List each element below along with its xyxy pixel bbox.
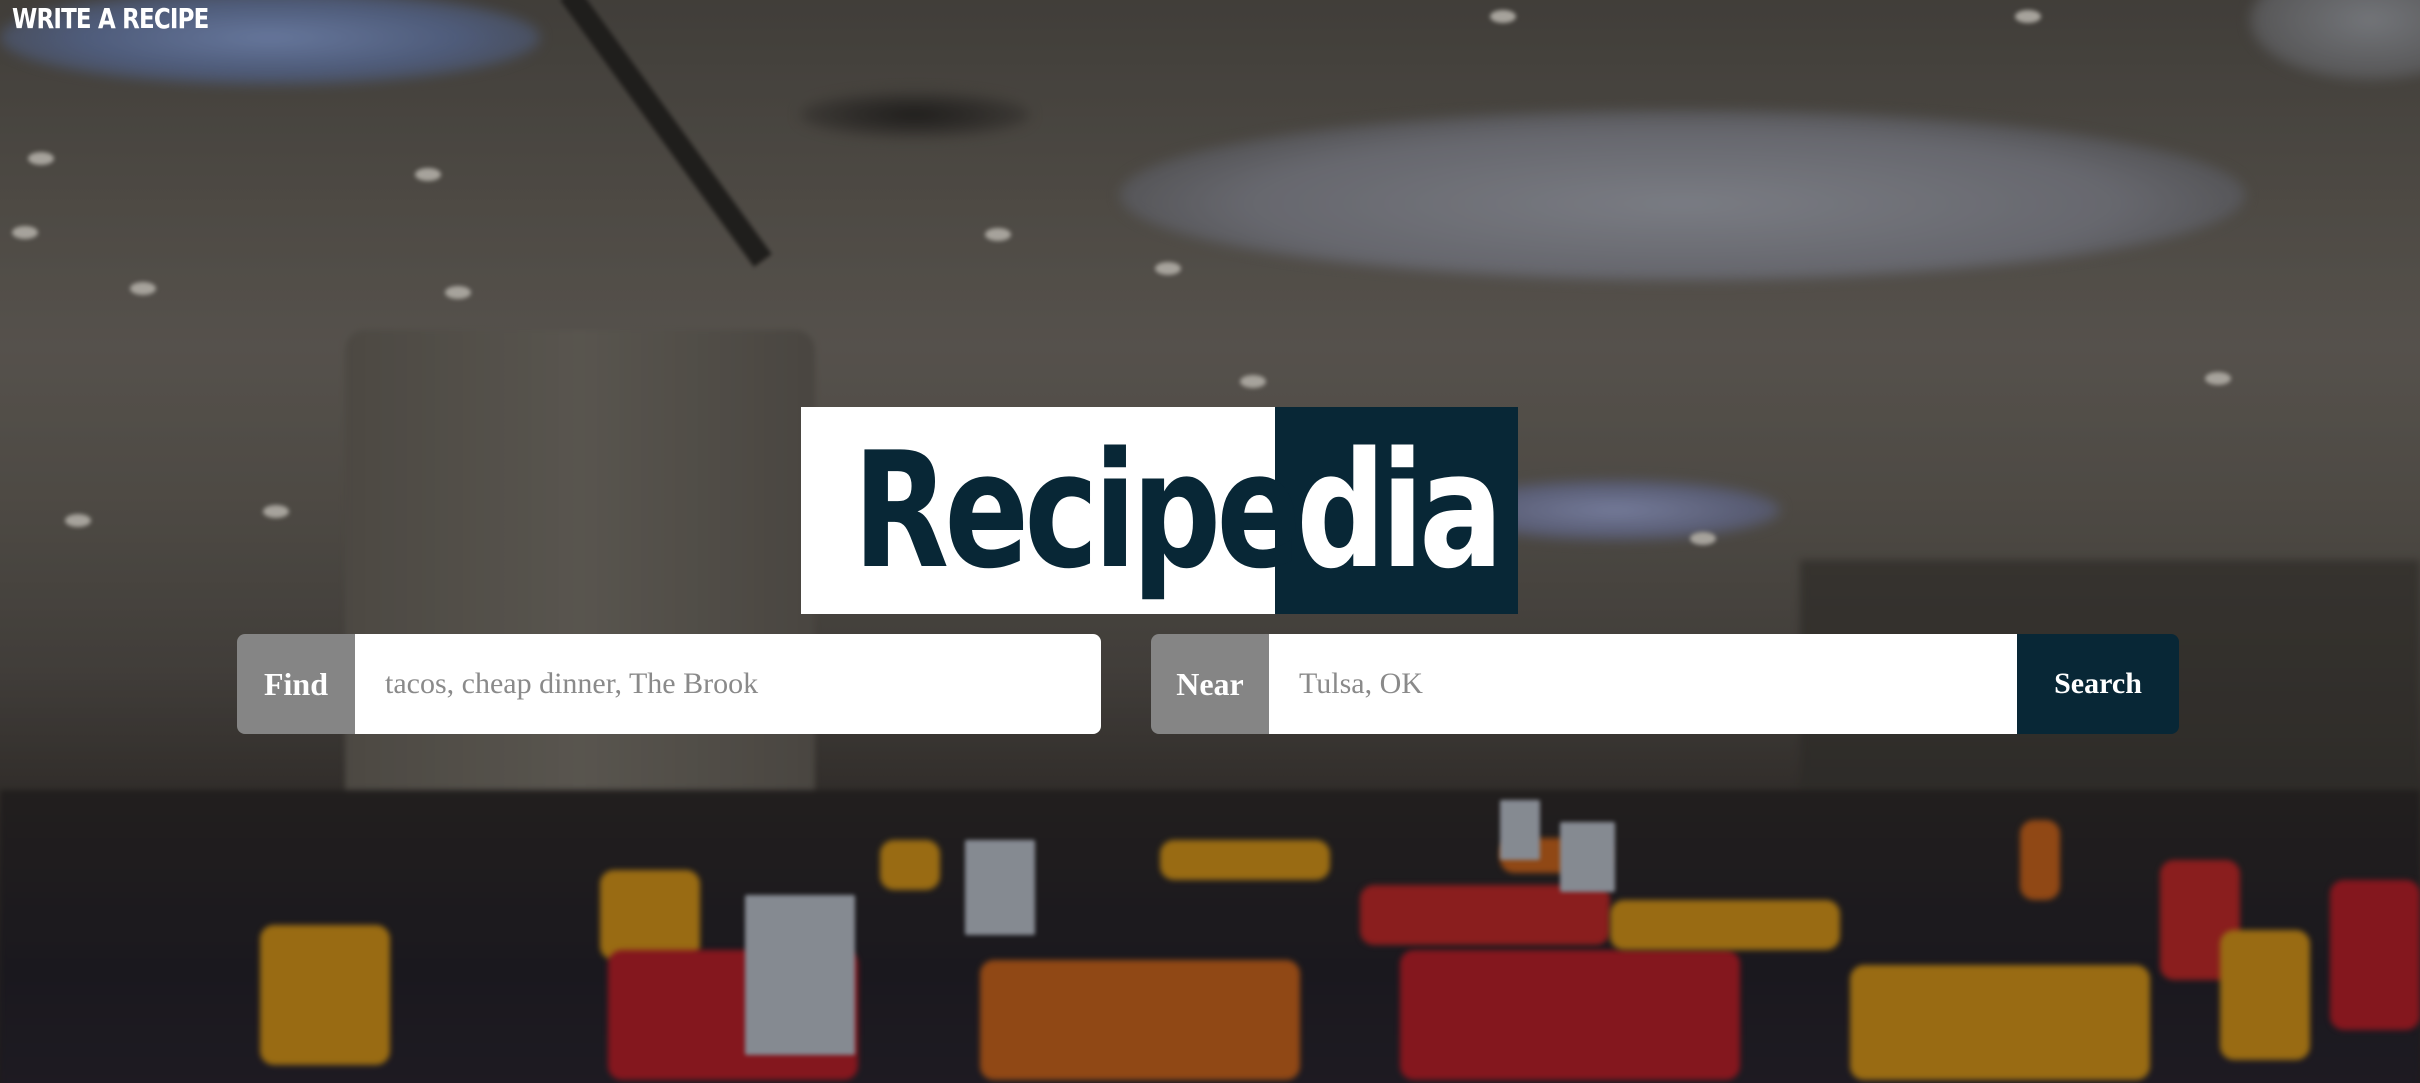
logo-text-light: dia (1296, 417, 1503, 604)
recipedia-logo: Recipedia (801, 407, 1518, 614)
write-recipe-link[interactable]: WRITE A RECIPE (12, 2, 209, 35)
logo-wordmark: Recipedia (853, 431, 1503, 591)
search-button[interactable]: Search (2017, 634, 2179, 734)
near-input[interactable] (1269, 634, 2017, 734)
find-input[interactable] (355, 634, 1101, 734)
find-search-group: Find (237, 634, 1101, 734)
near-label: Near (1151, 634, 1269, 734)
logo-text-dark: Recipe (853, 417, 1301, 604)
near-search-group: Near Search (1151, 634, 2179, 734)
find-label: Find (237, 634, 355, 734)
